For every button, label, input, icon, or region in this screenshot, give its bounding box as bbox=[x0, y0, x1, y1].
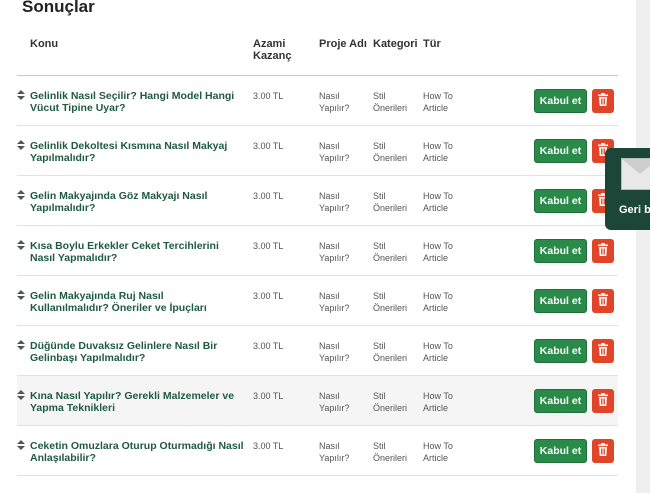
table-row: Gelin Makyajında Göz Makyajı Nasıl Yapıl… bbox=[17, 176, 618, 226]
header-type: Tür bbox=[423, 38, 441, 50]
accept-button[interactable]: Kabul et bbox=[534, 289, 587, 313]
row-category: Stil Önerileri bbox=[373, 391, 408, 413]
row-price: 3.00 TL bbox=[253, 241, 284, 251]
sort-handle-icon[interactable] bbox=[17, 190, 25, 200]
sort-handle-icon[interactable] bbox=[17, 440, 25, 450]
row-subject-link[interactable]: Gelinlik Nasıl Seçilir? Hangi Model Hang… bbox=[30, 90, 245, 114]
sort-handle-icon[interactable] bbox=[17, 390, 25, 400]
results-table: Konu Azami Kazanç Proje Adı Kategori Tür… bbox=[17, 30, 618, 476]
sort-handle-icon[interactable] bbox=[17, 90, 25, 100]
header-price: Azami Kazanç bbox=[253, 38, 292, 62]
scrollbar-track[interactable] bbox=[636, 0, 650, 493]
row-category: Stil Önerileri bbox=[373, 141, 408, 163]
accept-button[interactable]: Kabul et bbox=[534, 339, 587, 363]
row-type: How To Article bbox=[423, 91, 453, 113]
row-category: Stil Önerileri bbox=[373, 91, 408, 113]
trash-icon bbox=[597, 93, 609, 109]
delete-button[interactable] bbox=[592, 239, 614, 263]
row-subject-link[interactable]: Kısa Boylu Erkekler Ceket Tercihlerini N… bbox=[30, 240, 245, 264]
row-price: 3.00 TL bbox=[253, 441, 284, 451]
main-content: Sonuçlar Konu Azami Kazanç Proje Adı Kat… bbox=[0, 0, 636, 493]
row-type: How To Article bbox=[423, 141, 453, 163]
row-subject-link[interactable]: Ceketin Omuzlara Oturup Oturmadığı Nasıl… bbox=[30, 440, 245, 464]
row-type: How To Article bbox=[423, 391, 453, 413]
accept-button[interactable]: Kabul et bbox=[534, 189, 587, 213]
row-type: How To Article bbox=[423, 291, 453, 313]
trash-icon bbox=[597, 243, 609, 259]
header-project: Proje Adı bbox=[319, 38, 367, 50]
row-project: Nasıl Yapılır? bbox=[319, 291, 350, 313]
trash-icon bbox=[597, 393, 609, 409]
row-type: How To Article bbox=[423, 441, 453, 463]
row-category: Stil Önerileri bbox=[373, 241, 408, 263]
table-row: Kısa Boylu Erkekler Ceket Tercihlerini N… bbox=[17, 226, 618, 276]
row-price: 3.00 TL bbox=[253, 291, 284, 301]
row-project: Nasıl Yapılır? bbox=[319, 441, 350, 463]
header-category: Kategori bbox=[373, 38, 418, 50]
row-price: 3.00 TL bbox=[253, 341, 284, 351]
accept-button[interactable]: Kabul et bbox=[534, 389, 587, 413]
row-category: Stil Önerileri bbox=[373, 291, 408, 313]
accept-button[interactable]: Kabul et bbox=[534, 89, 587, 113]
row-category: Stil Önerileri bbox=[373, 441, 408, 463]
sort-handle-icon[interactable] bbox=[17, 340, 25, 350]
row-subject-link[interactable]: Gelin Makyajında Göz Makyajı Nasıl Yapıl… bbox=[30, 190, 245, 214]
table-row: Kına Nasıl Yapılır? Gerekli Malzemeler v… bbox=[17, 376, 618, 426]
row-subject-link[interactable]: Düğünde Duvaksız Gelinlere Nasıl Bir Gel… bbox=[30, 340, 245, 364]
accept-button[interactable]: Kabul et bbox=[534, 239, 587, 263]
row-price: 3.00 TL bbox=[253, 191, 284, 201]
sort-handle-icon[interactable] bbox=[17, 290, 25, 300]
table-header: Konu Azami Kazanç Proje Adı Kategori Tür bbox=[17, 30, 618, 76]
row-price: 3.00 TL bbox=[253, 391, 284, 401]
table-row: Düğünde Duvaksız Gelinlere Nasıl Bir Gel… bbox=[17, 326, 618, 376]
delete-button[interactable] bbox=[592, 439, 614, 463]
table-row: Gelinlik Dekoltesi Kısmına Nasıl Makyaj … bbox=[17, 126, 618, 176]
row-project: Nasıl Yapılır? bbox=[319, 241, 350, 263]
trash-icon bbox=[597, 343, 609, 359]
row-type: How To Article bbox=[423, 341, 453, 363]
delete-button[interactable] bbox=[592, 89, 614, 113]
table-row: Gelinlik Nasıl Seçilir? Hangi Model Hang… bbox=[17, 76, 618, 126]
row-type: How To Article bbox=[423, 191, 453, 213]
delete-button[interactable] bbox=[592, 389, 614, 413]
sort-handle-icon[interactable] bbox=[17, 240, 25, 250]
table-row: Gelin Makyajında Ruj Nasıl Kullanılmalıd… bbox=[17, 276, 618, 326]
table-row: Ceketin Omuzlara Oturup Oturmadığı Nasıl… bbox=[17, 426, 618, 476]
row-type: How To Article bbox=[423, 241, 453, 263]
accept-button[interactable]: Kabul et bbox=[534, 139, 587, 163]
row-price: 3.00 TL bbox=[253, 91, 284, 101]
trash-icon bbox=[597, 443, 609, 459]
delete-button[interactable] bbox=[592, 289, 614, 313]
delete-button[interactable] bbox=[592, 339, 614, 363]
row-subject-link[interactable]: Kına Nasıl Yapılır? Gerekli Malzemeler v… bbox=[30, 390, 245, 414]
row-subject-link[interactable]: Gelinlik Dekoltesi Kısmına Nasıl Makyaj … bbox=[30, 140, 245, 164]
feedback-popup[interactable]: Geri b bbox=[605, 148, 650, 230]
row-subject-link[interactable]: Gelin Makyajında Ruj Nasıl Kullanılmalıd… bbox=[30, 290, 245, 314]
header-subject: Konu bbox=[30, 38, 59, 50]
row-project: Nasıl Yapılır? bbox=[319, 391, 350, 413]
row-project: Nasıl Yapılır? bbox=[319, 191, 350, 213]
row-price: 3.00 TL bbox=[253, 141, 284, 151]
row-project: Nasıl Yapılır? bbox=[319, 341, 350, 363]
row-project: Nasıl Yapılır? bbox=[319, 91, 350, 113]
popup-label: Geri b bbox=[619, 204, 650, 216]
page-title: Sonuçlar bbox=[22, 0, 95, 16]
row-category: Stil Önerileri bbox=[373, 341, 408, 363]
trash-icon bbox=[597, 293, 609, 309]
row-category: Stil Önerileri bbox=[373, 191, 408, 213]
table-body: Gelinlik Nasıl Seçilir? Hangi Model Hang… bbox=[17, 76, 618, 476]
sort-handle-icon[interactable] bbox=[17, 140, 25, 150]
envelope-icon bbox=[621, 158, 650, 190]
accept-button[interactable]: Kabul et bbox=[534, 439, 587, 463]
row-project: Nasıl Yapılır? bbox=[319, 141, 350, 163]
